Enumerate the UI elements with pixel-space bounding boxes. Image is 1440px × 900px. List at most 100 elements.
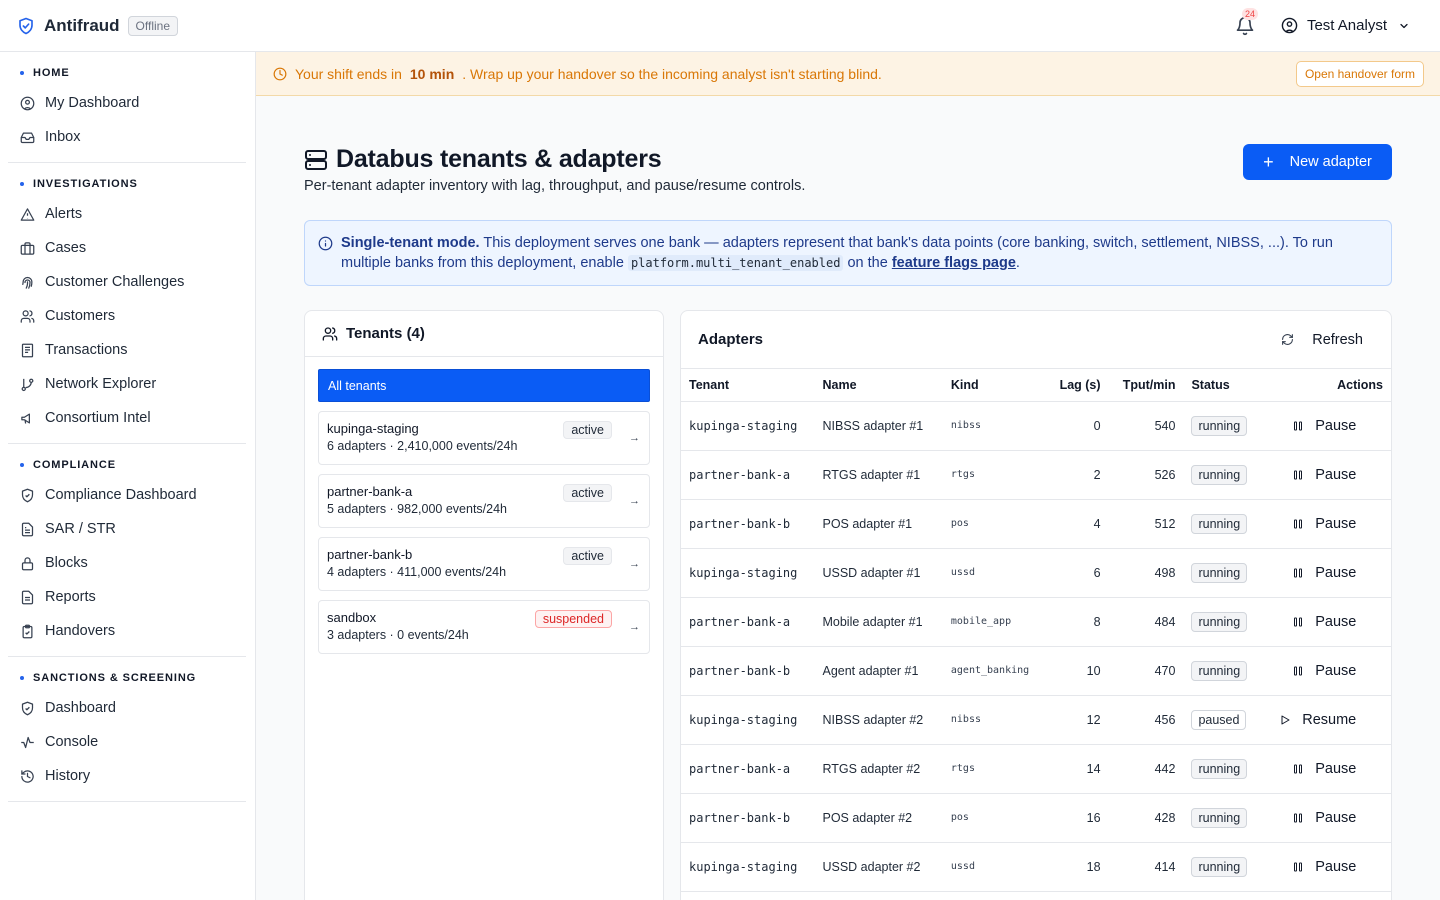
feature-flags-link[interactable]: feature flags page	[892, 255, 1016, 271]
cell-status: running	[1175, 548, 1276, 598]
tenant-item[interactable]: sandbox 3 adapters · 0 events/24h suspen…	[318, 600, 650, 654]
sidebar-item-compliance-dashboard[interactable]: Compliance Dashboard	[8, 478, 246, 512]
sidebar-item-customers[interactable]: Customers	[8, 299, 246, 333]
page-subtitle: Per-tenant adapter inventory with lag, t…	[304, 178, 806, 194]
cell-status: running	[1175, 646, 1276, 696]
lock-icon	[21, 556, 34, 570]
pause-button[interactable]: Pause	[1292, 467, 1391, 483]
pause-button[interactable]: Pause	[1292, 565, 1391, 581]
tenant-item[interactable]: partner-bank-b 4 adapters · 411,000 even…	[318, 537, 650, 591]
nav-group-home: HOME My Dashboard Inbox	[8, 52, 246, 163]
sidebar-item-history[interactable]: History	[8, 759, 246, 793]
resume-button[interactable]: Resume	[1279, 712, 1391, 728]
sidebar: HOME My Dashboard Inbox INVESTIGATIONS A…	[0, 52, 256, 900]
banner-time: 10 min	[409, 65, 455, 82]
sidebar-item-inbox[interactable]: Inbox	[8, 120, 246, 154]
col-tput[interactable]: Tput/min	[1100, 369, 1176, 402]
cell-lag: 16	[1034, 793, 1101, 843]
cell-name: RTGS adapter #1	[814, 450, 943, 500]
nav-group-title: INVESTIGATIONS	[8, 171, 246, 197]
cell-kind: ussd	[942, 842, 1035, 892]
pause-icon	[1294, 470, 1303, 479]
tenant-item[interactable]: kupinga-staging 6 adapters · 2,410,000 e…	[318, 411, 650, 465]
cell-lag: 0	[1034, 401, 1101, 451]
status-badge: running	[1191, 562, 1248, 583]
cell-kind: ussd	[942, 548, 1035, 598]
sidebar-item-network-explorer[interactable]: Network Explorer	[8, 367, 246, 401]
cell-tput: 456	[1100, 695, 1176, 745]
col-lag[interactable]: Lag (s)	[1034, 369, 1101, 402]
cell-status: running	[1175, 450, 1276, 500]
arrow-right-icon: →	[629, 558, 640, 570]
activity-icon	[21, 736, 34, 748]
cell-tenant: kupinga-staging	[681, 401, 815, 451]
pause-icon	[1294, 666, 1303, 675]
sidebar-item-console[interactable]: Console	[8, 725, 246, 759]
cell-status: running	[1175, 499, 1276, 549]
user-circle-icon	[20, 96, 35, 110]
sidebar-item-my-dashboard[interactable]: My Dashboard	[8, 86, 246, 120]
sidebar-item-alerts[interactable]: Alerts	[8, 197, 246, 231]
pause-icon	[1294, 764, 1303, 773]
col-name[interactable]: Name	[814, 369, 943, 402]
user-name: Test Analyst	[1306, 17, 1387, 34]
pause-button[interactable]: Pause	[1292, 418, 1391, 434]
notifications-button[interactable]: 24	[1235, 7, 1258, 36]
refresh-button[interactable]: Refresh	[1281, 332, 1363, 348]
cell-lag: 12	[1034, 695, 1101, 745]
sidebar-item-cases[interactable]: Cases	[8, 231, 246, 265]
arrow-right-icon: →	[629, 495, 640, 507]
new-adapter-button[interactable]: + New adapter	[1243, 144, 1392, 180]
alert-triangle-icon	[20, 207, 35, 221]
sidebar-item-handovers[interactable]: Handovers	[8, 614, 246, 648]
tenants-header: Tenants (4)	[305, 311, 663, 357]
cell-tput: 498	[1100, 548, 1176, 598]
sidebar-item-sar-str[interactable]: SAR / STR	[8, 512, 246, 546]
single-tenant-info: Single-tenant mode. This deployment serv…	[304, 220, 1392, 286]
cell-tenant: partner-bank-b	[681, 793, 815, 843]
pause-button[interactable]: Pause	[1292, 859, 1391, 875]
cell-kind: pos	[942, 793, 1035, 843]
cell-actions: Pause	[1275, 793, 1391, 843]
cell-tenant: kupinga-staging	[681, 695, 815, 745]
sidebar-item-customer-challenges[interactable]: Customer Challenges	[8, 265, 246, 299]
cell-lag: 10	[1034, 646, 1101, 696]
table-row: partner-bank-b POS adapter #1 pos 4 512 runni…	[681, 499, 1391, 549]
sidebar-item-sanctions-dashboard[interactable]: Dashboard	[8, 691, 246, 725]
pause-button[interactable]: Pause	[1292, 614, 1391, 630]
table-row: partner-bank-b POS adapter #2 pos 16 428 runn…	[681, 793, 1391, 843]
status-badge: running	[1191, 513, 1248, 534]
col-kind[interactable]: Kind	[942, 369, 1035, 402]
cell-kind: mobile_app	[942, 597, 1035, 647]
cell-tput: 512	[1100, 499, 1176, 549]
cell-actions: Pause	[1275, 401, 1391, 451]
cell-name: Agent adapter #1	[814, 646, 943, 696]
col-tenant[interactable]: Tenant	[681, 369, 815, 402]
notification-count-badge: 24	[1241, 7, 1258, 20]
tenants-panel: Tenants (4) All tenants kupinga-staging …	[304, 310, 664, 900]
adapters-table: Tenant Name Kind Lag (s) Tput/min Status…	[681, 369, 1391, 892]
pause-icon	[1294, 813, 1303, 822]
open-handover-form-button[interactable]: Open handover form	[1295, 60, 1424, 87]
col-status[interactable]: Status	[1175, 369, 1276, 402]
status-badge: active	[563, 484, 612, 502]
all-tenants-item[interactable]: All tenants	[318, 369, 650, 402]
pause-button[interactable]: Pause	[1292, 810, 1391, 826]
cell-tenant: partner-bank-b	[681, 499, 815, 549]
sidebar-item-reports[interactable]: Reports	[8, 580, 246, 614]
git-branch-icon	[21, 378, 34, 391]
refresh-icon	[1282, 334, 1294, 345]
sidebar-item-transactions[interactable]: Transactions	[8, 333, 246, 367]
user-menu[interactable]: Test Analyst	[1281, 17, 1410, 34]
sidebar-item-consortium-intel[interactable]: Consortium Intel	[8, 401, 246, 435]
tenant-item[interactable]: partner-bank-a 5 adapters · 982,000 even…	[318, 474, 650, 528]
pause-button[interactable]: Pause	[1292, 761, 1391, 777]
nav-group-title: HOME	[8, 60, 246, 86]
cell-kind: nibss	[942, 695, 1035, 745]
cell-name: RTGS adapter #2	[814, 744, 943, 794]
pause-button[interactable]: Pause	[1292, 663, 1391, 679]
pause-button[interactable]: Pause	[1292, 516, 1391, 532]
sidebar-item-blocks[interactable]: Blocks	[8, 546, 246, 580]
brand[interactable]: Antifraud Offline	[0, 15, 179, 36]
status-badge: running	[1191, 464, 1248, 485]
